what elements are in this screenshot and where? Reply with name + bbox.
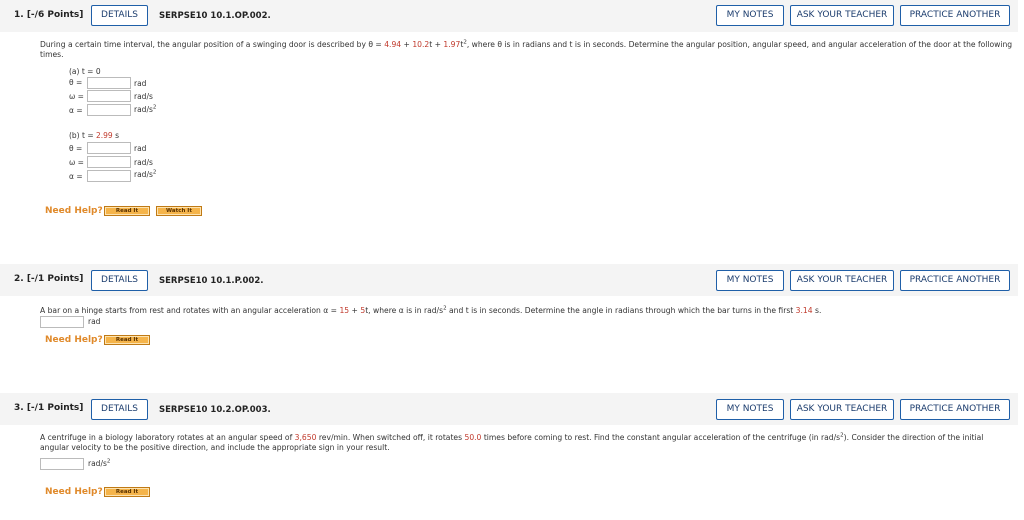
unit-label: rad/s2 [88, 458, 111, 468]
omega-label: ω = [69, 158, 84, 167]
part-b-label: (b) t = 2.99 s [69, 131, 119, 140]
my-notes-button[interactable]: MY NOTES [716, 399, 784, 420]
question-2-number: 2. [-/1 Points] [14, 274, 84, 284]
details-button[interactable]: DETAILS [91, 399, 148, 420]
question-1-number: 1. [-/6 Points] [14, 10, 84, 20]
read-it-button[interactable]: Read It [104, 206, 150, 216]
details-button[interactable]: DETAILS [91, 270, 148, 291]
ask-your-teacher-button[interactable]: ASK YOUR TEACHER [790, 270, 894, 291]
alpha-label: α = [69, 106, 83, 115]
answer-input[interactable] [40, 458, 84, 470]
part-a-omega-input[interactable] [87, 90, 131, 102]
part-a-alpha-input[interactable] [87, 104, 131, 116]
details-button[interactable]: DETAILS [91, 5, 148, 26]
unit-label: rad/s [134, 158, 153, 167]
part-a-label: (a) t = 0 [69, 67, 101, 76]
ask-your-teacher-button[interactable]: ASK YOUR TEACHER [790, 399, 894, 420]
need-help-label: Need Help? [45, 206, 103, 216]
answer-input[interactable] [40, 316, 84, 328]
unit-label: rad [134, 79, 147, 88]
omega-label: ω = [69, 92, 84, 101]
practice-another-button[interactable]: PRACTICE ANOTHER [900, 399, 1010, 420]
practice-another-button[interactable]: PRACTICE ANOTHER [900, 5, 1010, 26]
question-1-text: During a certain time interval, the angu… [40, 39, 1013, 59]
need-help-label: Need Help? [45, 487, 103, 497]
question-2-header: 2. [-/1 Points] DETAILS SERPSE10 10.1.P.… [0, 264, 1018, 296]
unit-label: rad/s2 [134, 169, 157, 179]
my-notes-button[interactable]: MY NOTES [716, 5, 784, 26]
ask-your-teacher-button[interactable]: ASK YOUR TEACHER [790, 5, 894, 26]
part-b-theta-input[interactable] [87, 142, 131, 154]
need-help-label: Need Help? [45, 335, 103, 345]
theta-label: θ = [69, 78, 83, 87]
question-3-header: 3. [-/1 Points] DETAILS SERPSE10 10.2.OP… [0, 393, 1018, 425]
part-a-theta-input[interactable] [87, 77, 131, 89]
question-2-text: A bar on a hinge starts from rest and ro… [40, 305, 822, 315]
my-notes-button[interactable]: MY NOTES [716, 270, 784, 291]
question-3-text: A centrifuge in a biology laboratory rot… [40, 432, 984, 452]
alpha-label: α = [69, 172, 83, 181]
theta-label: θ = [69, 144, 83, 153]
question-1-code: SERPSE10 10.1.OP.002. [159, 11, 271, 21]
part-b-alpha-input[interactable] [87, 170, 131, 182]
question-2-code: SERPSE10 10.1.P.002. [159, 276, 264, 286]
question-3-number: 3. [-/1 Points] [14, 403, 84, 413]
unit-label: rad [88, 317, 101, 326]
practice-another-button[interactable]: PRACTICE ANOTHER [900, 270, 1010, 291]
read-it-button[interactable]: Read It [104, 487, 150, 497]
question-3-code: SERPSE10 10.2.OP.003. [159, 405, 271, 415]
question-1-header: 1. [-/6 Points] DETAILS SERPSE10 10.1.OP… [0, 0, 1018, 32]
unit-label: rad [134, 144, 147, 153]
unit-label: rad/s [134, 92, 153, 101]
part-b-omega-input[interactable] [87, 156, 131, 168]
unit-label: rad/s2 [134, 104, 157, 114]
watch-it-button[interactable]: Watch It [156, 206, 202, 216]
read-it-button[interactable]: Read It [104, 335, 150, 345]
